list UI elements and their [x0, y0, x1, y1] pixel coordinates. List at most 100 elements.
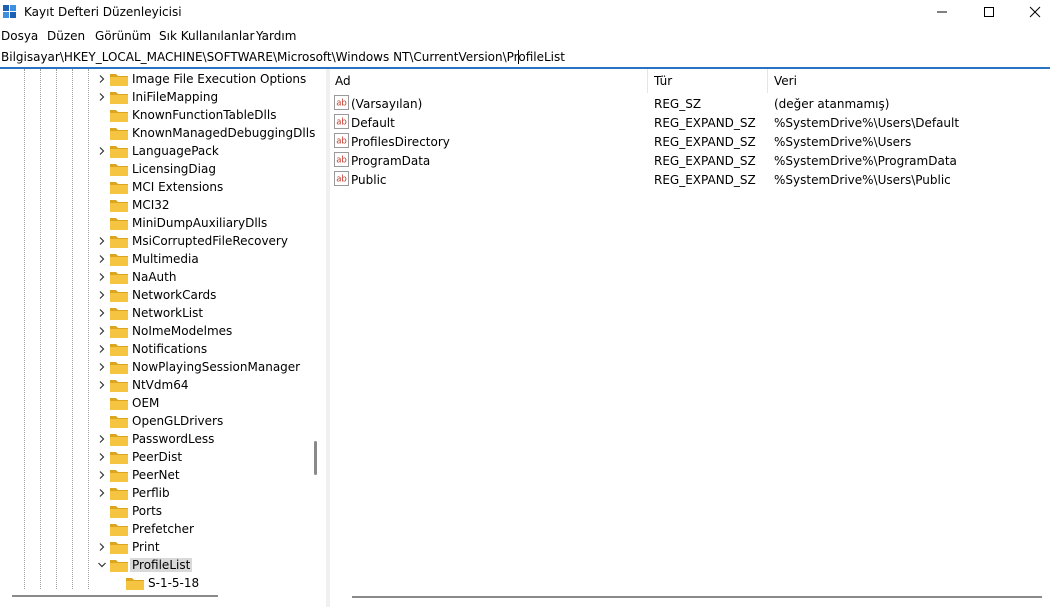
tree-item[interactable]: NowPlayingSessionManager — [0, 358, 310, 376]
tree-item[interactable]: MCI Extensions — [0, 178, 310, 196]
tree-item[interactable]: NetworkList — [0, 304, 310, 322]
tree-item[interactable]: Multimedia — [0, 250, 310, 268]
column-header-data[interactable]: Veri — [774, 74, 797, 88]
chevron-right-icon[interactable] — [97, 290, 107, 300]
menu-gorunum[interactable]: Görünüm — [95, 29, 151, 43]
chevron-right-icon[interactable] — [97, 272, 107, 282]
chevron-right-icon[interactable] — [97, 326, 107, 336]
tree-item-label: OEM — [132, 396, 160, 410]
column-divider[interactable] — [767, 69, 768, 93]
chevron-right-icon[interactable] — [97, 434, 107, 444]
chevron-right-icon[interactable] — [97, 362, 107, 372]
folder-icon — [110, 200, 128, 212]
column-divider[interactable] — [647, 69, 648, 93]
minimize-button[interactable] — [919, 0, 965, 24]
folder-icon — [110, 470, 128, 482]
folder-icon — [110, 524, 128, 536]
chevron-right-icon[interactable] — [97, 236, 107, 246]
tree-item[interactable]: Prefetcher — [0, 520, 310, 538]
value-type: REG_SZ — [654, 97, 702, 111]
maximize-icon — [984, 7, 994, 17]
tree-item[interactable]: NaAuth — [0, 268, 310, 286]
value-name: Default — [351, 116, 395, 130]
tree-item[interactable]: MiniDumpAuxiliaryDlls — [0, 214, 310, 232]
tree-item-label: NetworkList — [132, 306, 204, 320]
menu-yardim[interactable]: Yardım — [256, 29, 296, 43]
tree-item[interactable]: LicensingDiag — [0, 160, 310, 178]
maximize-button[interactable] — [966, 0, 1012, 24]
tree-item[interactable]: IniFileMapping — [0, 88, 310, 106]
value-row[interactable]: ab ProfilesDirectory REG_EXPAND_SZ %SystemD… — [330, 132, 1050, 151]
chevron-right-icon[interactable] — [97, 308, 107, 318]
folder-icon — [110, 272, 128, 284]
value-row[interactable]: ab (Varsayılan) REG_SZ (değer atanmamış) — [330, 94, 1050, 113]
tree-horizontal-scrollbar[interactable] — [12, 595, 218, 597]
tree-item-label: NaAuth — [132, 270, 177, 284]
value-row[interactable]: ab ProgramData REG_EXPAND_SZ %SystemDrive%\… — [330, 151, 1050, 170]
tree-item[interactable]: NtVdm64 — [0, 376, 310, 394]
close-button[interactable] — [1012, 0, 1050, 24]
chevron-right-icon[interactable] — [97, 380, 107, 390]
folder-icon — [110, 398, 128, 410]
tree-item-label: MCI Extensions — [132, 180, 224, 194]
tree-item[interactable]: Image File Execution Options — [0, 70, 310, 88]
tree-item[interactable]: Ports — [0, 502, 310, 520]
string-value-icon: ab — [334, 171, 349, 186]
list-horizontal-scrollbar[interactable] — [352, 596, 1042, 598]
tree-item[interactable]: MsiCorruptedFileRecovery — [0, 232, 310, 250]
chevron-down-icon[interactable] — [97, 560, 107, 570]
chevron-right-icon[interactable] — [97, 488, 107, 498]
chevron-right-icon[interactable] — [97, 92, 107, 102]
svg-text:ab: ab — [336, 175, 347, 185]
tree-item[interactable]: Notifications — [0, 340, 310, 358]
folder-icon — [110, 236, 128, 248]
string-value-icon: ab — [334, 114, 349, 129]
value-name: ProfilesDirectory — [351, 135, 450, 149]
tree-item[interactable]: Perflib — [0, 484, 310, 502]
value-row[interactable]: ab Public REG_EXPAND_SZ %SystemDrive%\Users… — [330, 170, 1050, 189]
tree-vertical-scrollbar[interactable] — [314, 441, 317, 475]
folder-icon — [110, 452, 128, 464]
tree-item[interactable]: OEM — [0, 394, 310, 412]
menu-sik-kullanilanlar[interactable]: Sık Kullanılanlar — [159, 29, 254, 43]
menu-duzen[interactable]: Düzen — [47, 29, 85, 43]
tree-item-label: PeerNet — [132, 468, 180, 482]
tree-item[interactable]: NoImeModelmes — [0, 322, 310, 340]
tree-item[interactable]: Print — [0, 538, 310, 556]
chevron-right-icon[interactable] — [97, 470, 107, 480]
tree-item-label: PeerDist — [132, 450, 183, 464]
address-bar[interactable]: Bilgisayar\HKEY_LOCAL_MACHINE\SOFTWARE\M… — [0, 47, 1050, 69]
values-list[interactable]: Ad Tür Veri ab (Varsayılan) REG_SZ (değer a… — [330, 69, 1050, 607]
tree-item-label: LicensingDiag — [132, 162, 216, 176]
tree-item[interactable]: LanguagePack — [0, 142, 310, 160]
column-header-name[interactable]: Ad — [335, 74, 351, 88]
tree-item[interactable]: NetworkCards — [0, 286, 310, 304]
chevron-right-icon[interactable] — [97, 74, 107, 84]
chevron-right-icon[interactable] — [97, 146, 107, 156]
chevron-right-icon[interactable] — [97, 254, 107, 264]
folder-icon — [110, 128, 128, 140]
folder-icon — [110, 74, 128, 86]
minimize-icon — [937, 11, 947, 13]
tree-item[interactable]: ProfileList — [0, 556, 310, 574]
tree-item[interactable]: PeerDist — [0, 448, 310, 466]
tree-item[interactable]: S-1-5-18 — [0, 574, 310, 592]
tree-item[interactable]: PeerNet — [0, 466, 310, 484]
key-tree[interactable]: Image File Execution Options IniFileMappi… — [0, 69, 326, 607]
chevron-right-icon[interactable] — [97, 344, 107, 354]
value-name: ProgramData — [351, 154, 431, 168]
tree-item[interactable]: KnownFunctionTableDlls — [0, 106, 310, 124]
chevron-right-icon[interactable] — [97, 452, 107, 462]
chevron-right-icon[interactable] — [97, 542, 107, 552]
value-row[interactable]: ab Default REG_EXPAND_SZ %SystemDrive%\User… — [330, 113, 1050, 132]
column-header-type[interactable]: Tür — [654, 74, 672, 88]
address-path[interactable]: Bilgisayar\HKEY_LOCAL_MACHINE\SOFTWARE\M… — [1, 50, 565, 64]
tree-item[interactable]: KnownManagedDebuggingDlls — [0, 124, 315, 142]
svg-text:ab: ab — [336, 118, 347, 128]
folder-icon — [110, 164, 128, 176]
tree-item-label: MsiCorruptedFileRecovery — [132, 234, 288, 248]
tree-item[interactable]: OpenGLDrivers — [0, 412, 310, 430]
tree-item[interactable]: PasswordLess — [0, 430, 310, 448]
menu-dosya[interactable]: Dosya — [1, 29, 38, 43]
tree-item[interactable]: MCI32 — [0, 196, 310, 214]
